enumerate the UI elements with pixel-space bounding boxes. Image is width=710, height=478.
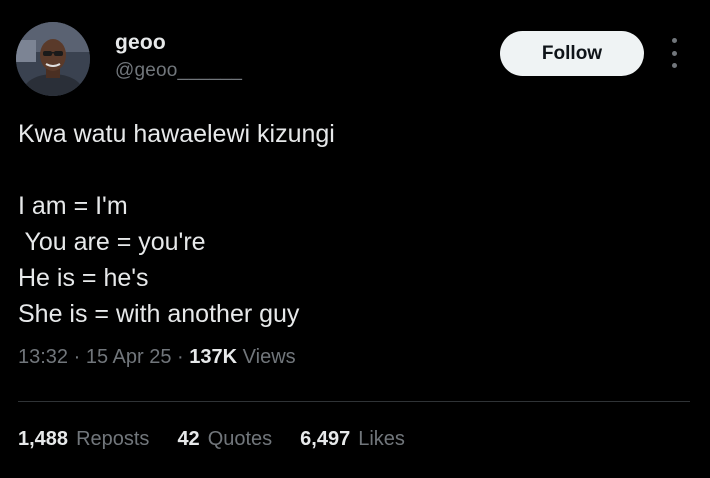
meta-separator: ·: [73, 346, 81, 368]
tweet-line: I am = I'm: [18, 192, 128, 220]
tweet-date[interactable]: 15 Apr 25: [86, 346, 172, 368]
likes-count: 6,497: [300, 428, 351, 450]
tweet-time[interactable]: 13:32: [18, 346, 68, 368]
views-count: 137K: [189, 346, 238, 368]
reposts-count: 1,488: [18, 428, 69, 450]
author-display-name[interactable]: geoo: [115, 31, 166, 55]
reposts-label: Reposts: [76, 428, 150, 450]
divider: [18, 401, 690, 402]
quotes-count: 42: [177, 428, 200, 450]
tweet-line: You are = you're: [18, 228, 206, 256]
author-handle[interactable]: @geoo______: [115, 60, 242, 82]
dot: [671, 63, 677, 68]
dot: [671, 38, 677, 43]
meta-separator: ·: [177, 346, 184, 368]
likes-stat[interactable]: 6,497 Likes: [300, 428, 405, 451]
reposts-stat[interactable]: 1,488 Reposts: [18, 428, 149, 451]
avatar[interactable]: [16, 22, 90, 96]
tweet-line: Kwa watu hawaelewi kizungi: [18, 120, 335, 148]
more-vertical-icon[interactable]: [664, 38, 684, 68]
quotes-stat[interactable]: 42 Quotes: [177, 428, 272, 451]
likes-label: Likes: [358, 428, 405, 450]
dot: [671, 50, 677, 56]
quotes-label: Quotes: [207, 428, 273, 450]
views-label: Views: [242, 346, 296, 368]
tweet-text: Kwa watu hawaelewi kizungi I am = I'm Yo…: [18, 116, 688, 332]
tweet-line: She is = with another guy: [18, 300, 300, 328]
tweet-card: geoo @geoo______ Follow Kwa watu hawaele…: [0, 0, 710, 478]
tweet-meta: 13:32 · 15 Apr 25 · 137K Views: [18, 346, 296, 369]
tweet-line: He is = he's: [18, 264, 149, 292]
engagement-stats: 1,488 Reposts 42 Quotes 6,497 Likes: [18, 428, 405, 451]
follow-button[interactable]: Follow: [500, 31, 644, 76]
avatar-image: [16, 22, 90, 96]
